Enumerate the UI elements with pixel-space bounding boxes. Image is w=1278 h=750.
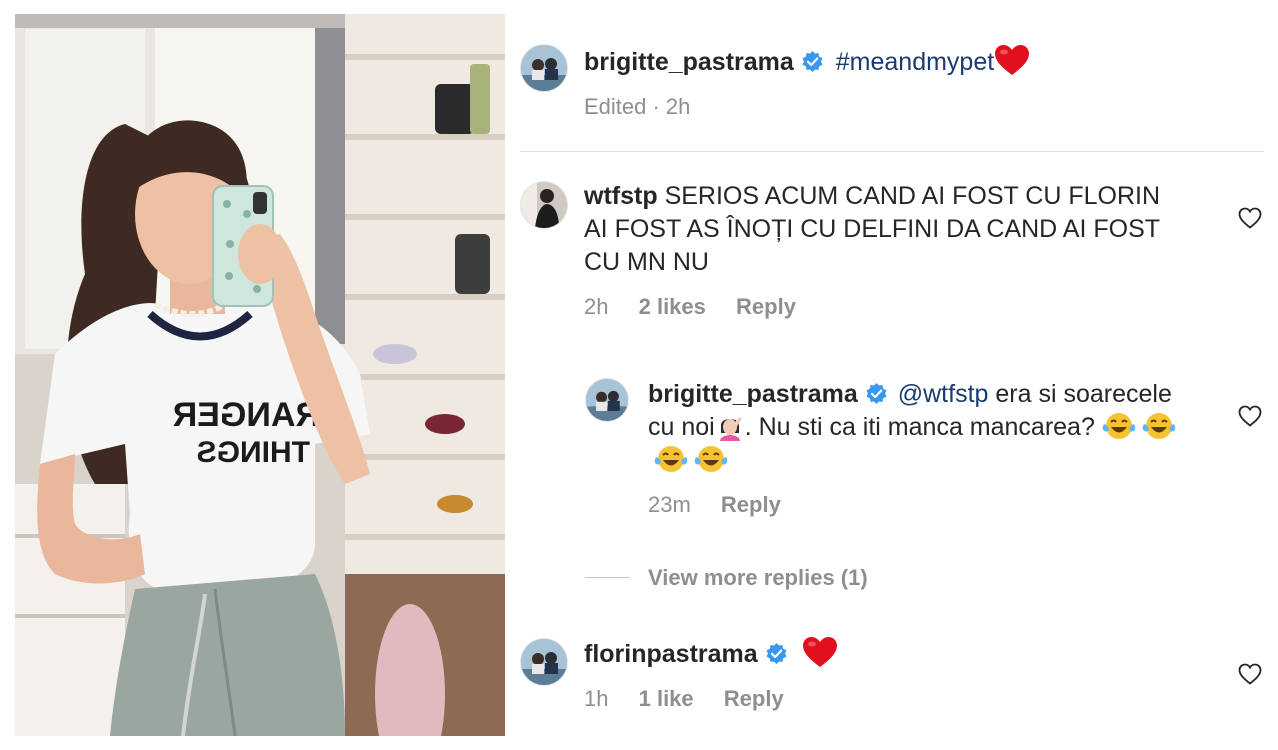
tears-of-joy-emoji	[654, 444, 688, 474]
post-meta: Edited · 2h	[584, 94, 691, 119]
comments-panel: brigitte_pastrama #meandmypet Edited · 2…	[505, 0, 1278, 750]
reply-button[interactable]: Reply	[736, 294, 796, 319]
comment-time: 23m	[648, 492, 691, 517]
reply-button[interactable]: Reply	[724, 686, 784, 711]
red-heart-emoji	[994, 44, 1030, 76]
caption-hashtag[interactable]: #meandmypet	[836, 48, 994, 76]
comment-time: 1h	[584, 686, 609, 711]
mention-link[interactable]: @wtfstp	[898, 380, 989, 408]
reply-button[interactable]: Reply	[721, 492, 781, 517]
svg-text:RANGER: RANGER	[173, 396, 320, 434]
comment-text: SERIOS ACUM CAND AI FOST CU FLORIN AI FO…	[584, 182, 1161, 276]
heart-outline-icon[interactable]	[1238, 207, 1262, 229]
tears-of-joy-emoji	[694, 444, 728, 474]
comment-time: 2h	[584, 294, 609, 319]
tears-of-joy-emoji	[1102, 411, 1136, 441]
comment-text-cont: . Nu sti ca iti manca mancarea?	[744, 413, 1095, 441]
view-more-replies-button[interactable]: View more replies (1)	[648, 565, 892, 591]
post-caption: brigitte_pastrama #meandmypet	[584, 44, 1264, 79]
comment-wtfstp: wtfstp SERIOS ACUM CAND AI FOST CU FLORI…	[584, 180, 1184, 279]
comment-likes[interactable]: 2 likes	[639, 294, 706, 319]
comment-username[interactable]: florinpastrama	[584, 640, 758, 668]
comment-meta: 1h 1 like Reply	[584, 686, 808, 712]
reply-brigitte: brigitte_pastrama @wtfstp era si soarece…	[648, 378, 1188, 477]
comment-meta: 2h 2 likes Reply	[584, 294, 820, 320]
post-username[interactable]: brigitte_pastrama	[584, 48, 794, 76]
avatar-brigitte-reply[interactable]	[585, 378, 629, 422]
heart-outline-icon[interactable]	[1238, 405, 1262, 427]
comment-florinpastrama: florinpastrama	[584, 636, 1184, 671]
post-photo: RANGER THINGS	[15, 14, 505, 736]
verified-badge-icon	[766, 643, 787, 664]
replies-line	[585, 577, 630, 578]
avatar-brigitte[interactable]	[520, 44, 568, 92]
verified-badge-icon	[866, 383, 887, 404]
comment-likes[interactable]: 1 like	[639, 686, 694, 711]
avatar-wtfstp[interactable]	[520, 181, 568, 229]
red-heart-emoji	[802, 636, 838, 668]
comment-meta: 23m Reply	[648, 492, 805, 518]
svg-text:THINGS: THINGS	[197, 436, 310, 469]
divider	[520, 151, 1264, 152]
tears-of-joy-emoji	[1142, 411, 1176, 441]
avatar-florinpastrama[interactable]	[520, 638, 568, 686]
facepalm-emoji	[715, 411, 745, 441]
heart-outline-icon[interactable]	[1238, 663, 1262, 685]
verified-badge-icon	[802, 51, 823, 72]
view-more-label[interactable]: View more replies (1)	[648, 565, 868, 590]
comment-username[interactable]: brigitte_pastrama	[648, 380, 858, 408]
comment-username[interactable]: wtfstp	[584, 182, 658, 210]
